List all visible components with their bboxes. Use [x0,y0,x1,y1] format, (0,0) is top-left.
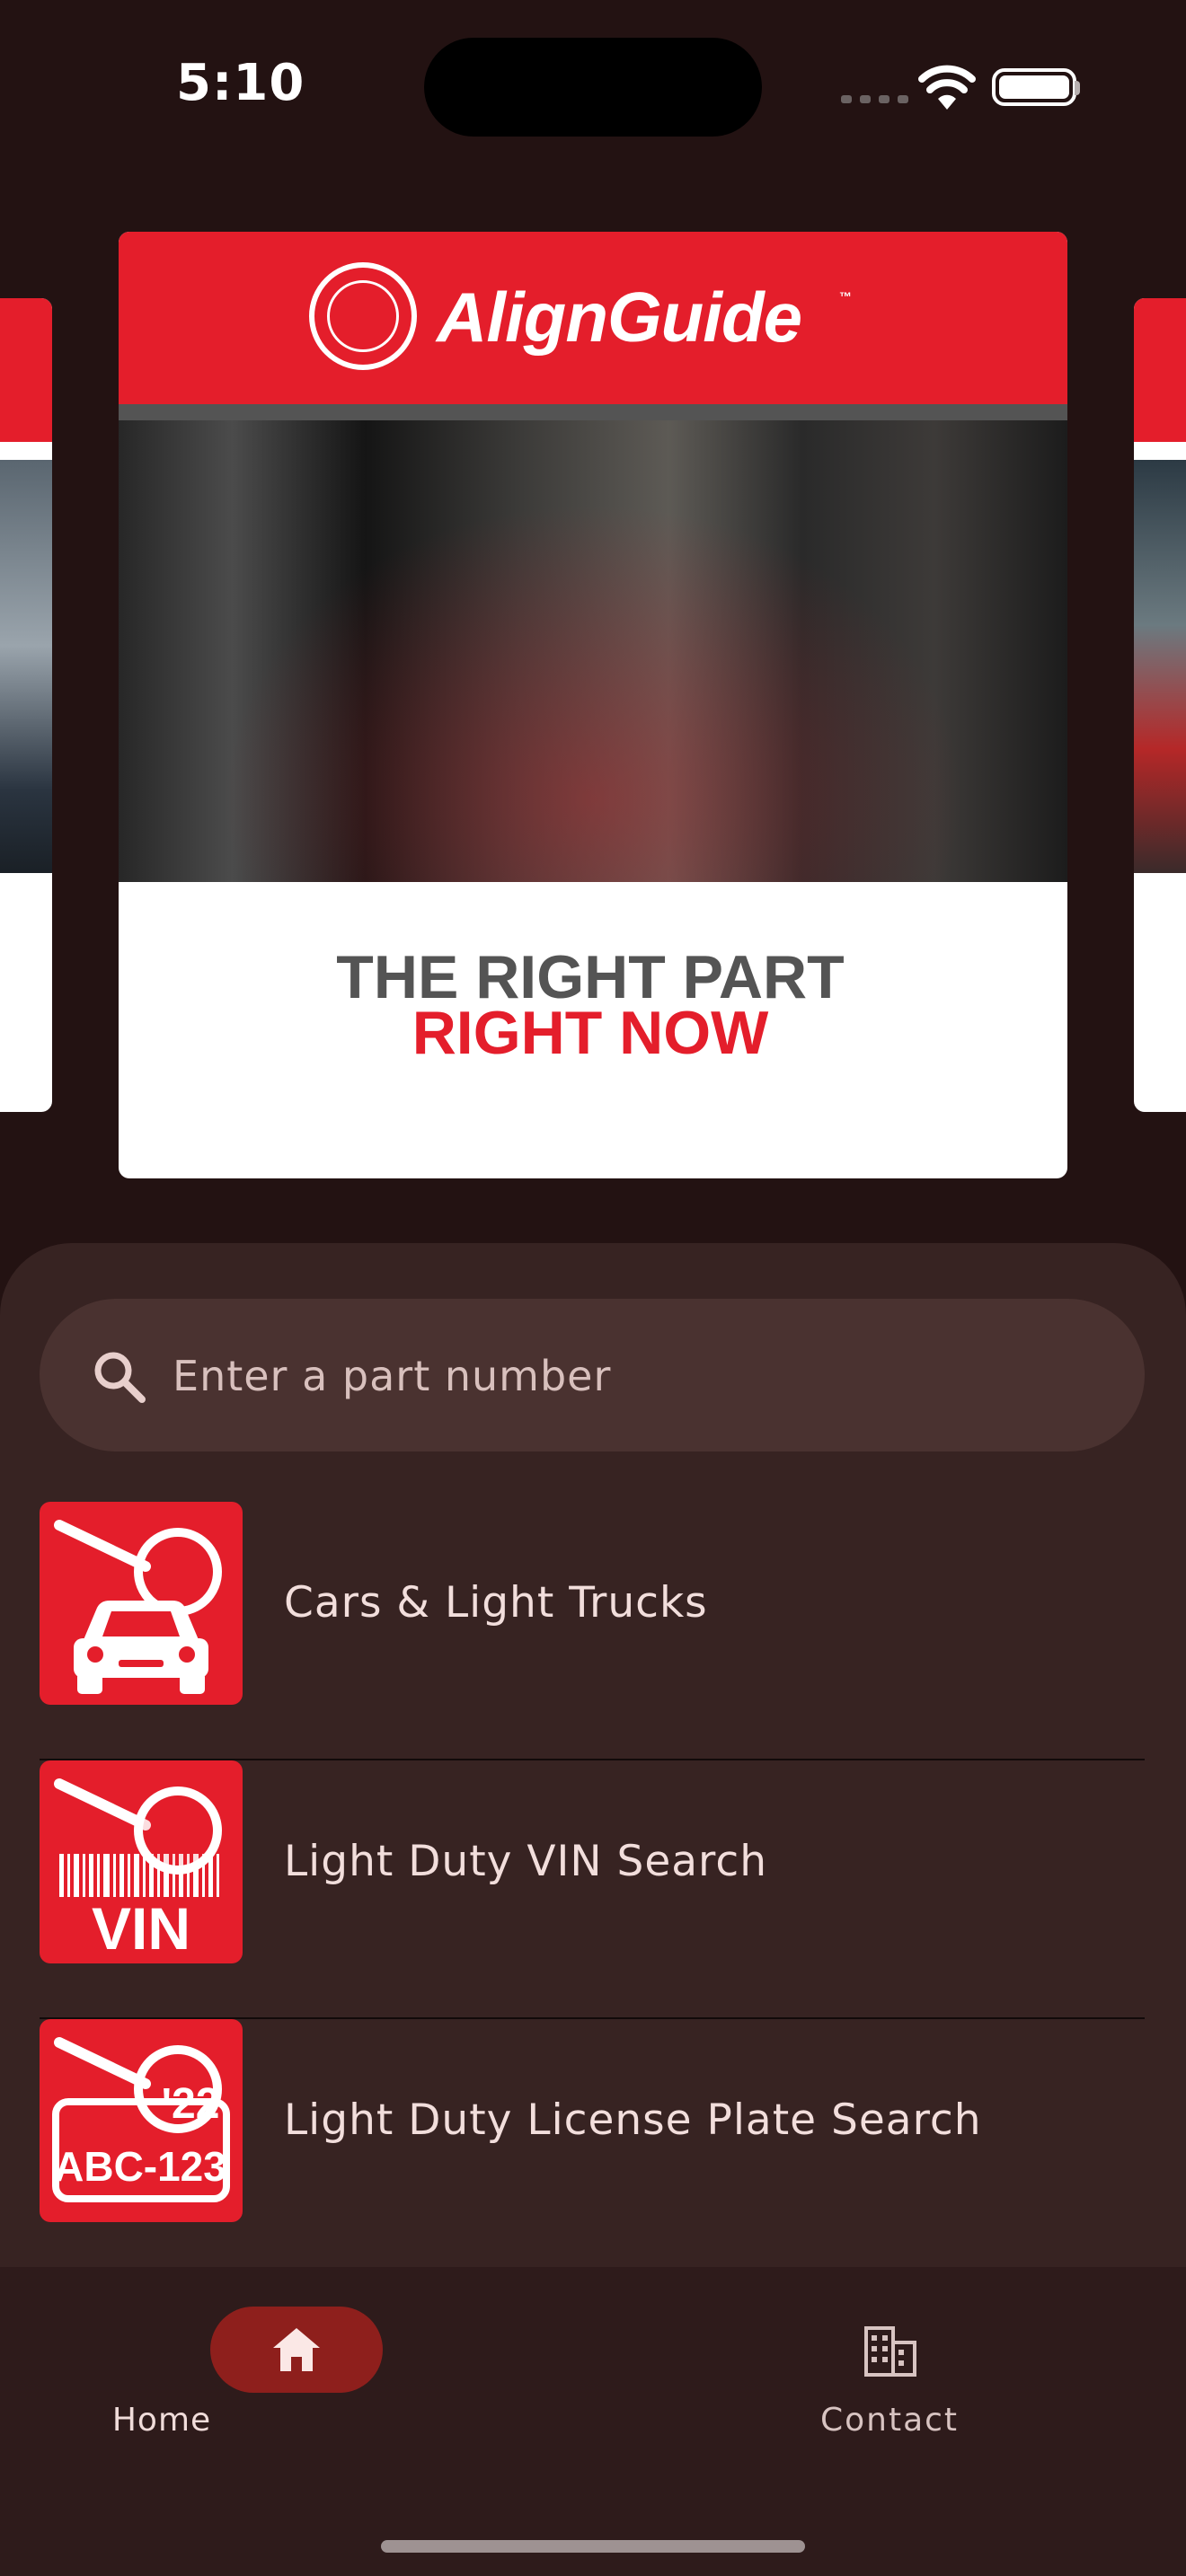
list-item-license-plate-search[interactable]: '22 ABC-123 Light Duty License Plate Sea… [40,2019,1145,2278]
brand-logo-text: AlignGuide [437,278,802,357]
home-indicator [381,2540,805,2553]
search-bar[interactable] [40,1299,1145,1453]
content-sheet: Cars & Light Trucks [0,1243,1186,2321]
list-item-vin-search[interactable]: VIN Light Duty VIN Search [40,1760,1145,2019]
cellular-signal-icon [841,95,908,103]
tagline-line2: RIGHT NOW [412,999,769,1067]
wifi-icon [918,65,976,110]
vin-tile-text: VIN [92,1895,190,1962]
dynamic-island [424,38,762,137]
carousel-card-previous[interactable] [0,298,52,1112]
search-category-list: Cars & Light Trucks VIN Light Duty VIN S… [40,1502,1145,2278]
list-item-label: Light Duty VIN Search [284,1837,767,1886]
bottom-navigation: Home Contact [0,2267,1186,2576]
list-item-label: Cars & Light Trucks [284,1578,708,1628]
trademark-symbol: ™ [839,289,852,304]
list-item-label: Light Duty License Plate Search [284,2095,982,2145]
banner-photo [119,420,1067,882]
part-number-search-input[interactable] [171,1299,1109,1453]
nav-contact-label[interactable]: Contact [755,2402,1024,2439]
search-icon [94,1352,146,1403]
brand-seal-logo [309,262,417,370]
nav-home-button[interactable] [210,2307,383,2393]
status-time: 5:10 [176,54,305,112]
carousel-card-next[interactable] [1134,298,1186,1112]
banner-stripe [119,404,1067,420]
building-icon[interactable] [863,2323,918,2378]
banner-header: AlignGuide ™ [119,232,1067,404]
car-search-icon [40,1502,243,1705]
carousel-card-current[interactable]: AlignGuide ™ THE RIGHT PART RIGHT NOW [119,232,1067,1178]
list-item-cars-light-trucks[interactable]: Cars & Light Trucks [40,1502,1145,1760]
battery-icon [992,68,1076,106]
vin-search-icon: VIN [40,1760,243,1963]
license-plate-search-icon: '22 ABC-123 [40,2019,243,2222]
plate-tile-text: ABC-123 [54,2143,226,2190]
nav-home-label[interactable]: Home [27,2402,296,2439]
status-bar: 5:10 [0,0,1186,180]
home-icon [273,2328,320,2371]
